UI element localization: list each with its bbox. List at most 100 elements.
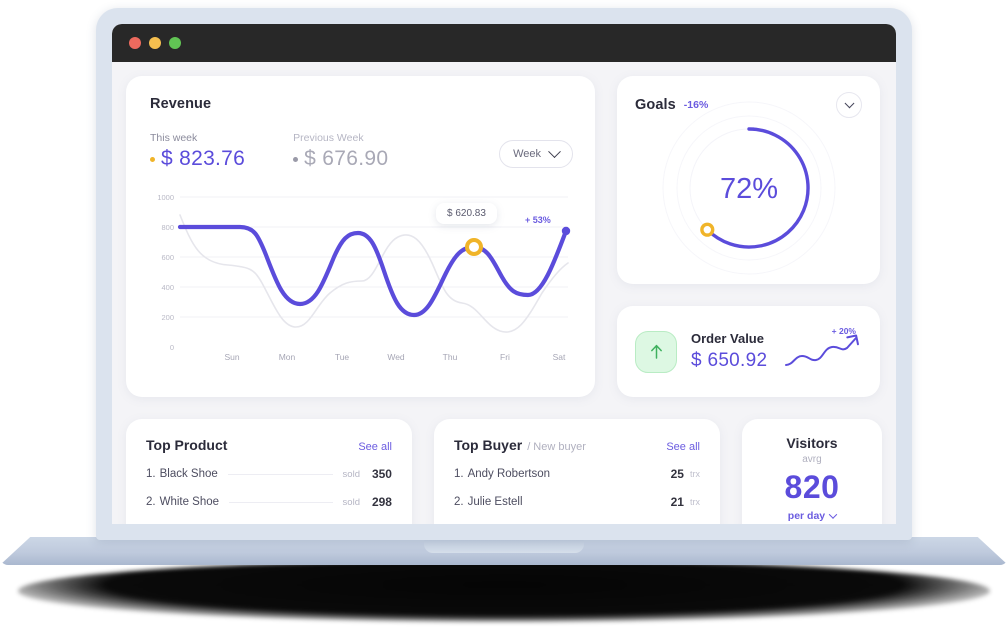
chevron-down-icon <box>828 510 838 519</box>
revenue-chart[interactable]: 1000 800 600 400 200 0 Sun Mon Tue Wed T… <box>150 185 573 375</box>
list-item-unit: sold <box>342 468 360 480</box>
list-item[interactable]: 2. White Shoe sold 298 <box>146 495 392 509</box>
list-item-value: 298 <box>371 495 392 509</box>
range-select-button[interactable]: Week <box>499 140 573 168</box>
goals-percent: 72% <box>719 173 777 205</box>
top-product-card: Top Product See all 1. Black Shoe sold 3… <box>126 419 412 524</box>
top-buyer-header: Top Buyer / New buyer See all <box>454 437 700 453</box>
arrow-up-glyph <box>650 344 662 359</box>
list-item-value: 21 <box>670 495 684 509</box>
laptop-shadow <box>18 560 990 622</box>
svg-text:0: 0 <box>170 343 174 352</box>
previous-week-block: Previous Week $ 676.90 <box>293 132 388 171</box>
svg-text:Thu: Thu <box>443 352 458 362</box>
list-item-value: 237 <box>366 523 392 524</box>
list-item-label: White Shoe <box>159 496 220 508</box>
top-buyer-subtitle: / New buyer <box>527 441 586 453</box>
arrow-up-icon <box>635 330 677 373</box>
visitors-subtitle: avrg <box>802 454 822 465</box>
chevron-down-icon <box>844 97 854 108</box>
chart-growth-label: + 53% <box>525 215 551 225</box>
svg-text:600: 600 <box>161 253 174 262</box>
top-product-title: Top Product <box>146 437 228 453</box>
chevron-down-icon <box>548 144 561 158</box>
goals-card: Goals -16% 72% <box>617 76 880 284</box>
this-week-block: This week $ 823.76 <box>150 132 245 171</box>
visitors-period-label: per day <box>787 510 826 522</box>
right-column: Goals -16% 72% Order Value $ 650.92 + 20… <box>617 76 880 397</box>
list-item[interactable]: 1. Andy Robertson 25 trx <box>454 467 700 481</box>
order-value-growth: + 20% <box>831 326 856 336</box>
top-row: Revenue This week $ 823.76 Previous Week… <box>126 76 882 397</box>
list-item[interactable]: 3. Rony Suhendra 16 trx <box>454 523 700 524</box>
svg-text:800: 800 <box>161 223 174 232</box>
list-item-rank: 2. <box>453 496 464 508</box>
x-axis-ticks: Sun Mon Tue Wed Thu Fri Sat <box>224 352 566 362</box>
this-week-value: $ 823.76 <box>161 147 246 170</box>
list-item-value: 16 <box>658 523 684 524</box>
bottom-row: Top Product See all 1. Black Shoe sold 3… <box>126 419 882 524</box>
previous-week-label: Previous Week <box>293 132 364 144</box>
previous-week-line <box>179 214 569 333</box>
order-value-sparkline: + 20% <box>784 326 862 375</box>
goals-gauge-svg: 72% <box>662 101 835 275</box>
list-item-rank: 1. <box>453 468 464 480</box>
list-item-value: 25 <box>670 467 684 481</box>
minimize-icon[interactable] <box>149 37 161 49</box>
list-item-unit: sold <box>342 496 360 508</box>
svg-text:Sun: Sun <box>224 352 239 362</box>
revenue-card: Revenue This week $ 823.76 Previous Week… <box>126 76 595 397</box>
svg-text:Fri: Fri <box>500 352 510 362</box>
top-buyer-card: Top Buyer / New buyer See all 1. Andy Ro… <box>433 419 720 524</box>
list-item-connector <box>227 473 333 475</box>
top-buyer-see-all-link[interactable]: See all <box>666 441 700 453</box>
list-item-connector <box>229 501 333 503</box>
list-item-value: 350 <box>371 467 392 481</box>
list-item-unit: trx <box>689 469 700 479</box>
laptop-lid: Revenue This week $ 823.76 Previous Week… <box>96 8 912 540</box>
top-product-header: Top Product See all <box>146 437 392 453</box>
visitors-period-select[interactable]: per day <box>742 510 882 522</box>
goals-marker-icon <box>699 222 714 237</box>
screenshot-stage: Revenue This week $ 823.76 Previous Week… <box>0 0 1008 635</box>
this-week-line <box>177 224 569 318</box>
top-buyer-title: Top Buyer <box>453 437 523 453</box>
order-value-title: Order Value <box>691 331 764 346</box>
range-select-label: Week <box>513 148 541 160</box>
svg-text:Tue: Tue <box>335 352 350 362</box>
svg-text:200: 200 <box>161 313 174 322</box>
visitors-card: Visitors avrg 820 per day <box>741 419 882 524</box>
gridlines <box>180 196 568 318</box>
maximize-icon[interactable] <box>169 37 181 49</box>
revenue-line-chart-svg: 1000 800 600 400 200 0 Sun Mon Tue Wed T… <box>157 193 571 362</box>
chart-highlight-point[interactable] <box>465 238 483 256</box>
list-item-unit: trx <box>689 497 700 507</box>
order-value-card: Order Value $ 650.92 + 20% <box>617 306 880 397</box>
window-titlebar <box>112 24 896 62</box>
svg-text:1000: 1000 <box>157 193 174 202</box>
previous-week-value: $ 676.90 <box>304 147 389 170</box>
close-icon[interactable] <box>129 37 141 49</box>
y-axis-ticks: 1000 800 600 400 200 0 <box>157 193 174 352</box>
list-item-label: Andy Robertson <box>467 468 551 480</box>
list-item-rank: 1. <box>146 468 156 480</box>
revenue-summary: This week $ 823.76 Previous Week $ 676.9… <box>150 132 573 171</box>
previous-week-bullet-icon <box>293 156 299 162</box>
chart-tooltip: $ 620.83 <box>436 203 497 224</box>
order-value-text: Order Value $ 650.92 <box>691 331 767 372</box>
list-item[interactable]: 1. Black Shoe sold 350 <box>146 467 392 481</box>
list-item-spacer <box>560 474 648 475</box>
chart-end-point <box>561 226 571 236</box>
this-week-bullet-icon <box>150 156 155 162</box>
list-item-spacer <box>533 502 648 503</box>
svg-text:Sat: Sat <box>553 352 566 362</box>
screen: Revenue This week $ 823.76 Previous Week… <box>112 24 896 524</box>
svg-text:Mon: Mon <box>279 352 296 362</box>
list-item[interactable]: 2. Julie Estell 21 trx <box>454 495 700 509</box>
svg-text:Wed: Wed <box>387 352 405 362</box>
order-value-amount: $ 650.92 <box>691 350 768 371</box>
list-item-rank: 2. <box>146 496 156 508</box>
list-item[interactable]: 3. Pink Hat sold 237 <box>146 523 392 524</box>
list-item-label: Julie Estell <box>467 496 523 508</box>
top-product-see-all-link[interactable]: See all <box>358 441 392 453</box>
